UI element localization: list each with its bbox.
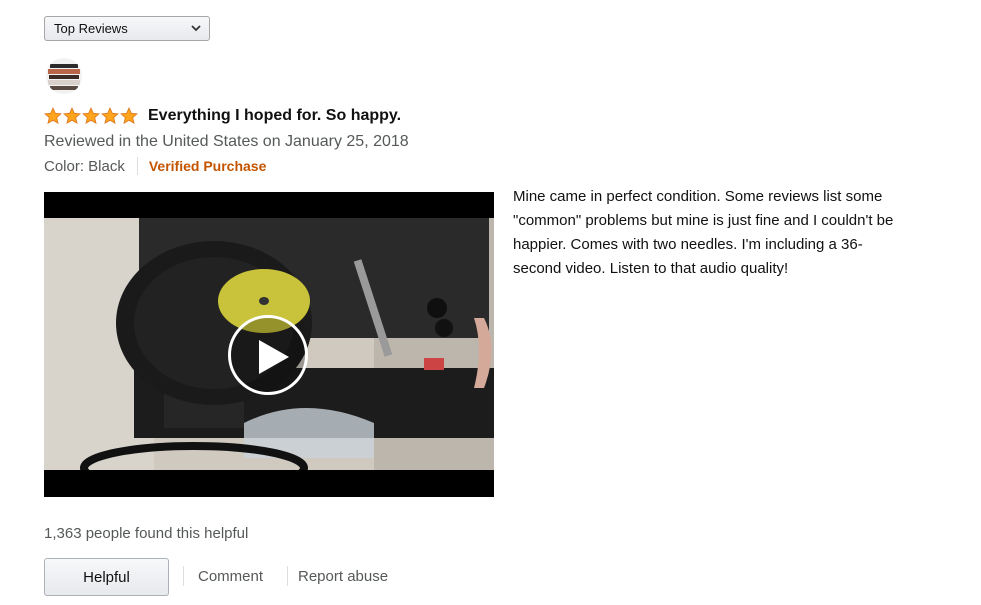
helpful-button[interactable]: Helpful [44, 558, 169, 596]
reviewer-avatar[interactable] [46, 58, 82, 94]
report-abuse-link[interactable]: Report abuse [298, 568, 388, 585]
helpful-count: 1,363 people found this helpful [44, 525, 249, 542]
sort-reviews-dropdown[interactable]: Top Reviews [44, 16, 210, 41]
video-play-button[interactable] [228, 315, 308, 395]
review-body: Mine came in perfect condition. Some rev… [513, 188, 894, 277]
action-divider [287, 566, 288, 586]
play-icon [259, 340, 289, 374]
verified-purchase-badge: Verified Purchase [148, 158, 267, 174]
product-color[interactable]: Color: Black [44, 158, 125, 175]
star-icon [63, 107, 81, 125]
rating-title-row: Everything I hoped for. So happy. [44, 107, 401, 125]
review-video[interactable] [44, 192, 494, 497]
meta-divider [136, 157, 138, 175]
comment-link[interactable]: Comment [198, 568, 263, 585]
star-icon [101, 107, 119, 125]
review-meta: Color: Black Verified Purchase [44, 157, 266, 175]
avatar-image [46, 58, 82, 94]
chevron-down-icon [191, 25, 201, 32]
star-rating [44, 107, 138, 125]
action-divider [183, 566, 184, 586]
star-icon [82, 107, 100, 125]
sort-selected-value: Top Reviews [54, 21, 128, 36]
review-date: Reviewed in the United States on January… [44, 133, 409, 150]
star-icon [120, 107, 138, 125]
review-title[interactable]: Everything I hoped for. So happy. [148, 107, 401, 125]
star-icon [44, 107, 62, 125]
